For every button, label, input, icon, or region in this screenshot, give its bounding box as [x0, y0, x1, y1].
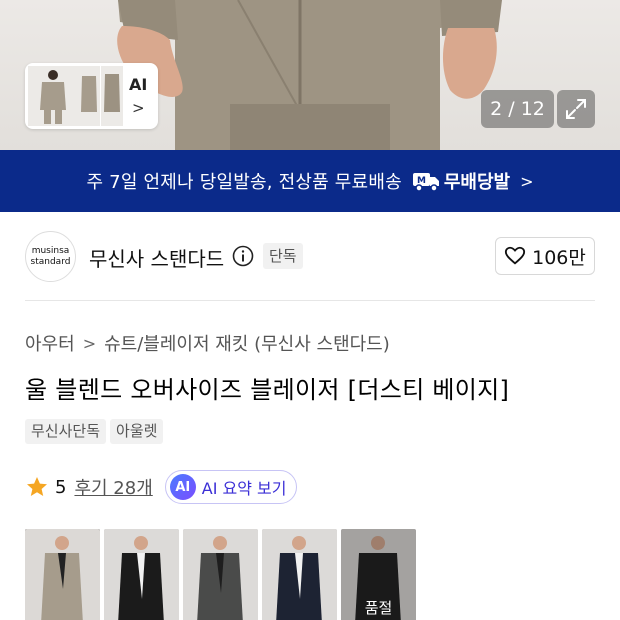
tag: 무신사단독 — [25, 419, 107, 444]
color-swatch-navy[interactable] — [262, 529, 337, 620]
rating-score: 5 — [55, 476, 67, 498]
info-icon[interactable] — [232, 245, 254, 267]
reviews-link[interactable]: 후기 28개 — [74, 474, 152, 500]
truck-icon: M — [412, 173, 439, 192]
expand-icon[interactable] — [557, 90, 595, 128]
breadcrumb-subcategory[interactable]: 슈트/블레이저 재킷 (무신사 스탠다드) — [104, 330, 390, 356]
svg-text:M: M — [417, 176, 426, 186]
swatch-photo — [25, 529, 100, 620]
swatch-photo — [104, 529, 179, 620]
breadcrumb: 아우터 > 슈트/블레이저 재킷 (무신사 스탠다드) — [25, 330, 390, 356]
ai-fit-preview-card[interactable]: AI > — [25, 63, 158, 129]
free-shipping-brand: 무배당발 — [443, 172, 511, 193]
product-title: 울 블렌드 오버사이즈 블레이저 [더스티 베이지] — [25, 376, 510, 404]
swatch-photo — [183, 529, 258, 620]
ai-icon: AI — [169, 474, 196, 500]
star-icon — [27, 477, 47, 496]
brand-name[interactable]: 무신사 스탠다드 — [89, 243, 224, 272]
product-tags: 무신사단독 아울렛 — [25, 419, 164, 444]
like-button[interactable]: 106만 — [495, 237, 595, 275]
color-swatch-dusty-beige[interactable] — [25, 529, 100, 620]
exclusive-badge: 단독 — [263, 243, 303, 269]
color-options: 품절 — [25, 529, 416, 620]
breadcrumb-category[interactable]: 아우터 — [25, 330, 75, 356]
like-count: 106만 — [532, 246, 586, 269]
rating-row: 5 후기 28개 AI AI 요약 보기 — [25, 470, 298, 504]
swatch-photo — [262, 529, 337, 620]
chevron-right-icon: > — [520, 171, 534, 191]
product-image-gallery[interactable]: AI > 2 / 12 — [0, 0, 620, 150]
model-thumbnail — [28, 66, 78, 126]
image-counter: 2 / 12 — [481, 90, 554, 128]
soldout-label: 품절 — [364, 599, 393, 617]
tag: 아울렛 — [110, 419, 164, 444]
shipping-banner[interactable]: 주 7일 언제나 당일발송, 전상품 무료배송 M 무배당발 > — [0, 150, 620, 212]
model-thumbnail — [101, 66, 123, 126]
ai-summary-button[interactable]: AI AI 요약 보기 — [164, 470, 298, 504]
heart-icon — [505, 246, 526, 265]
ai-preview-label: AI — [129, 75, 148, 94]
chevron-right-icon: > — [82, 333, 97, 353]
divider — [25, 300, 595, 301]
model-thumbnail — [78, 66, 100, 126]
shipping-message: 주 7일 언제나 당일발송, 전상품 무료배송 — [86, 172, 402, 193]
brand-row: musinsa standard 무신사 스탠다드 단독 106만 — [25, 231, 595, 283]
ai-summary-label: AI 요약 보기 — [201, 479, 287, 498]
color-swatch-charcoal[interactable] — [183, 529, 258, 620]
color-swatch-soldout[interactable]: 품절 — [341, 529, 416, 620]
brand-logo[interactable]: musinsa standard — [25, 231, 76, 282]
color-swatch-black[interactable] — [104, 529, 179, 620]
chevron-right-icon: > — [132, 99, 145, 117]
